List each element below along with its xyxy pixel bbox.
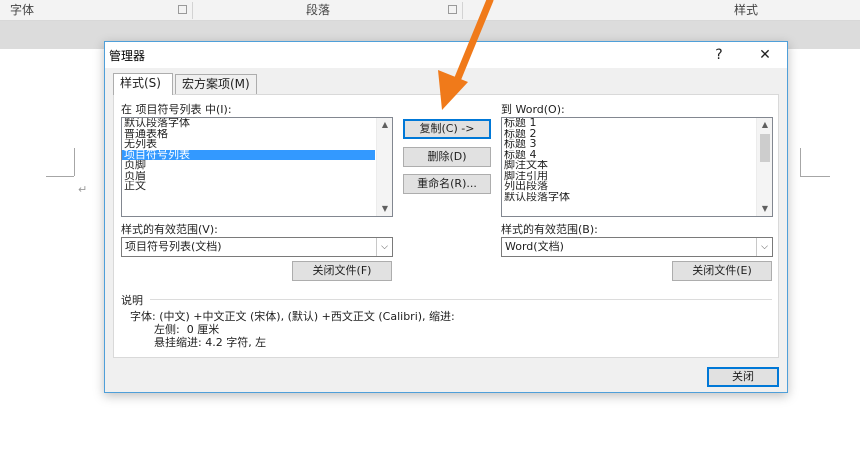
scroll-up-icon[interactable]: ▲ bbox=[377, 118, 393, 132]
list-item[interactable]: 标题 2 bbox=[502, 129, 772, 140]
list-item[interactable]: 普通表格 bbox=[122, 129, 392, 140]
crop-mark bbox=[74, 148, 75, 176]
copy-button[interactable]: 复制(C) -> bbox=[403, 119, 491, 139]
tab-styles[interactable]: 样式(S) bbox=[113, 73, 173, 95]
description-line: 悬挂缩进: 4.2 字符, 左 bbox=[154, 336, 267, 349]
scrollbar-thumb[interactable] bbox=[760, 134, 770, 162]
list-item-selected[interactable]: 项目符号列表 bbox=[122, 149, 375, 160]
left-style-list[interactable]: 默认段落字体 普通表格 无列表 项目符号列表 页脚 页眉 正文 ▲ ▼ bbox=[121, 117, 393, 217]
paragraph-mark: ↵ bbox=[78, 183, 88, 196]
crop-mark bbox=[800, 176, 830, 177]
description-heading: 说明 bbox=[121, 294, 143, 307]
list-item[interactable]: 默认段落字体 bbox=[502, 192, 772, 203]
scroll-down-icon[interactable]: ▼ bbox=[377, 202, 393, 216]
right-list-label: 到 Word(O): bbox=[501, 103, 565, 116]
left-scope-select[interactable]: 项目符号列表(文档) ⌵ bbox=[121, 237, 393, 257]
right-scope-select[interactable]: Word(文档) ⌵ bbox=[501, 237, 773, 257]
list-item[interactable]: 脚注引用 bbox=[502, 171, 772, 182]
ribbon-separator bbox=[192, 2, 193, 19]
right-scope-value: Word(文档) bbox=[505, 240, 564, 253]
description-divider bbox=[150, 299, 772, 300]
ribbon-group-font: 字体 bbox=[10, 3, 35, 17]
help-icon[interactable]: ? bbox=[709, 45, 729, 65]
scroll-down-icon[interactable]: ▼ bbox=[757, 202, 773, 216]
font-dialog-launcher-icon[interactable] bbox=[178, 5, 187, 14]
right-scope-label: 样式的有效范围(B): bbox=[501, 223, 598, 236]
delete-button[interactable]: 删除(D) bbox=[403, 147, 491, 167]
list-item[interactable]: 正文 bbox=[122, 181, 392, 192]
list-item[interactable]: 无列表 bbox=[122, 139, 392, 150]
left-close-file-button[interactable]: 关闭文件(F) bbox=[292, 261, 392, 281]
rename-button[interactable]: 重命名(R)... bbox=[403, 174, 491, 194]
annotation-arrow bbox=[438, 0, 494, 110]
dialog-title: 管理器 bbox=[109, 49, 146, 63]
description-line: 字体: (中文) +中文正文 (宋体), (默认) +西文正文 (Calibri… bbox=[130, 310, 455, 323]
dialog-close-button[interactable]: 关闭 bbox=[707, 367, 779, 387]
list-item[interactable]: 脚注文本 bbox=[502, 160, 772, 171]
right-close-file-button[interactable]: 关闭文件(E) bbox=[672, 261, 772, 281]
list-item[interactable]: 标题 1 bbox=[502, 118, 772, 129]
left-list-label: 在 项目符号列表 中(I): bbox=[121, 103, 232, 116]
left-scope-value: 项目符号列表(文档) bbox=[125, 240, 222, 253]
ribbon-group-paragraph: 段落 bbox=[306, 3, 331, 17]
right-list-scrollbar[interactable]: ▲ ▼ bbox=[756, 118, 772, 216]
description-line: 左侧: 0 厘米 bbox=[154, 323, 220, 336]
arrow-head bbox=[438, 70, 468, 110]
scroll-up-icon[interactable]: ▲ bbox=[757, 118, 773, 132]
list-item[interactable]: 标题 3 bbox=[502, 139, 772, 150]
list-item[interactable]: 页脚 bbox=[122, 160, 392, 171]
crop-mark bbox=[46, 176, 74, 177]
chevron-down-icon[interactable]: ⌵ bbox=[756, 238, 772, 256]
left-list-scrollbar[interactable]: ▲ ▼ bbox=[376, 118, 392, 216]
chevron-down-icon[interactable]: ⌵ bbox=[376, 238, 392, 256]
left-scope-label: 样式的有效范围(V): bbox=[121, 223, 218, 236]
styles-tab-panel: 在 项目符号列表 中(I): 默认段落字体 普通表格 无列表 项目符号列表 页脚… bbox=[113, 94, 779, 358]
tab-macro-items[interactable]: 宏方案项(M) bbox=[175, 74, 257, 94]
list-item[interactable]: 标题 4 bbox=[502, 150, 772, 161]
list-item[interactable]: 默认段落字体 bbox=[122, 118, 392, 129]
crop-mark bbox=[800, 148, 801, 176]
close-icon[interactable]: ✕ bbox=[755, 45, 775, 65]
right-style-list[interactable]: 标题 1 标题 2 标题 3 标题 4 脚注文本 脚注引用 列出段落 默认段落字… bbox=[501, 117, 773, 217]
list-item[interactable]: 列出段落 bbox=[502, 181, 772, 192]
ribbon-group-styles: 样式 bbox=[734, 3, 759, 17]
arrow-shaft bbox=[454, 0, 494, 82]
list-item[interactable]: 页眉 bbox=[122, 171, 392, 182]
